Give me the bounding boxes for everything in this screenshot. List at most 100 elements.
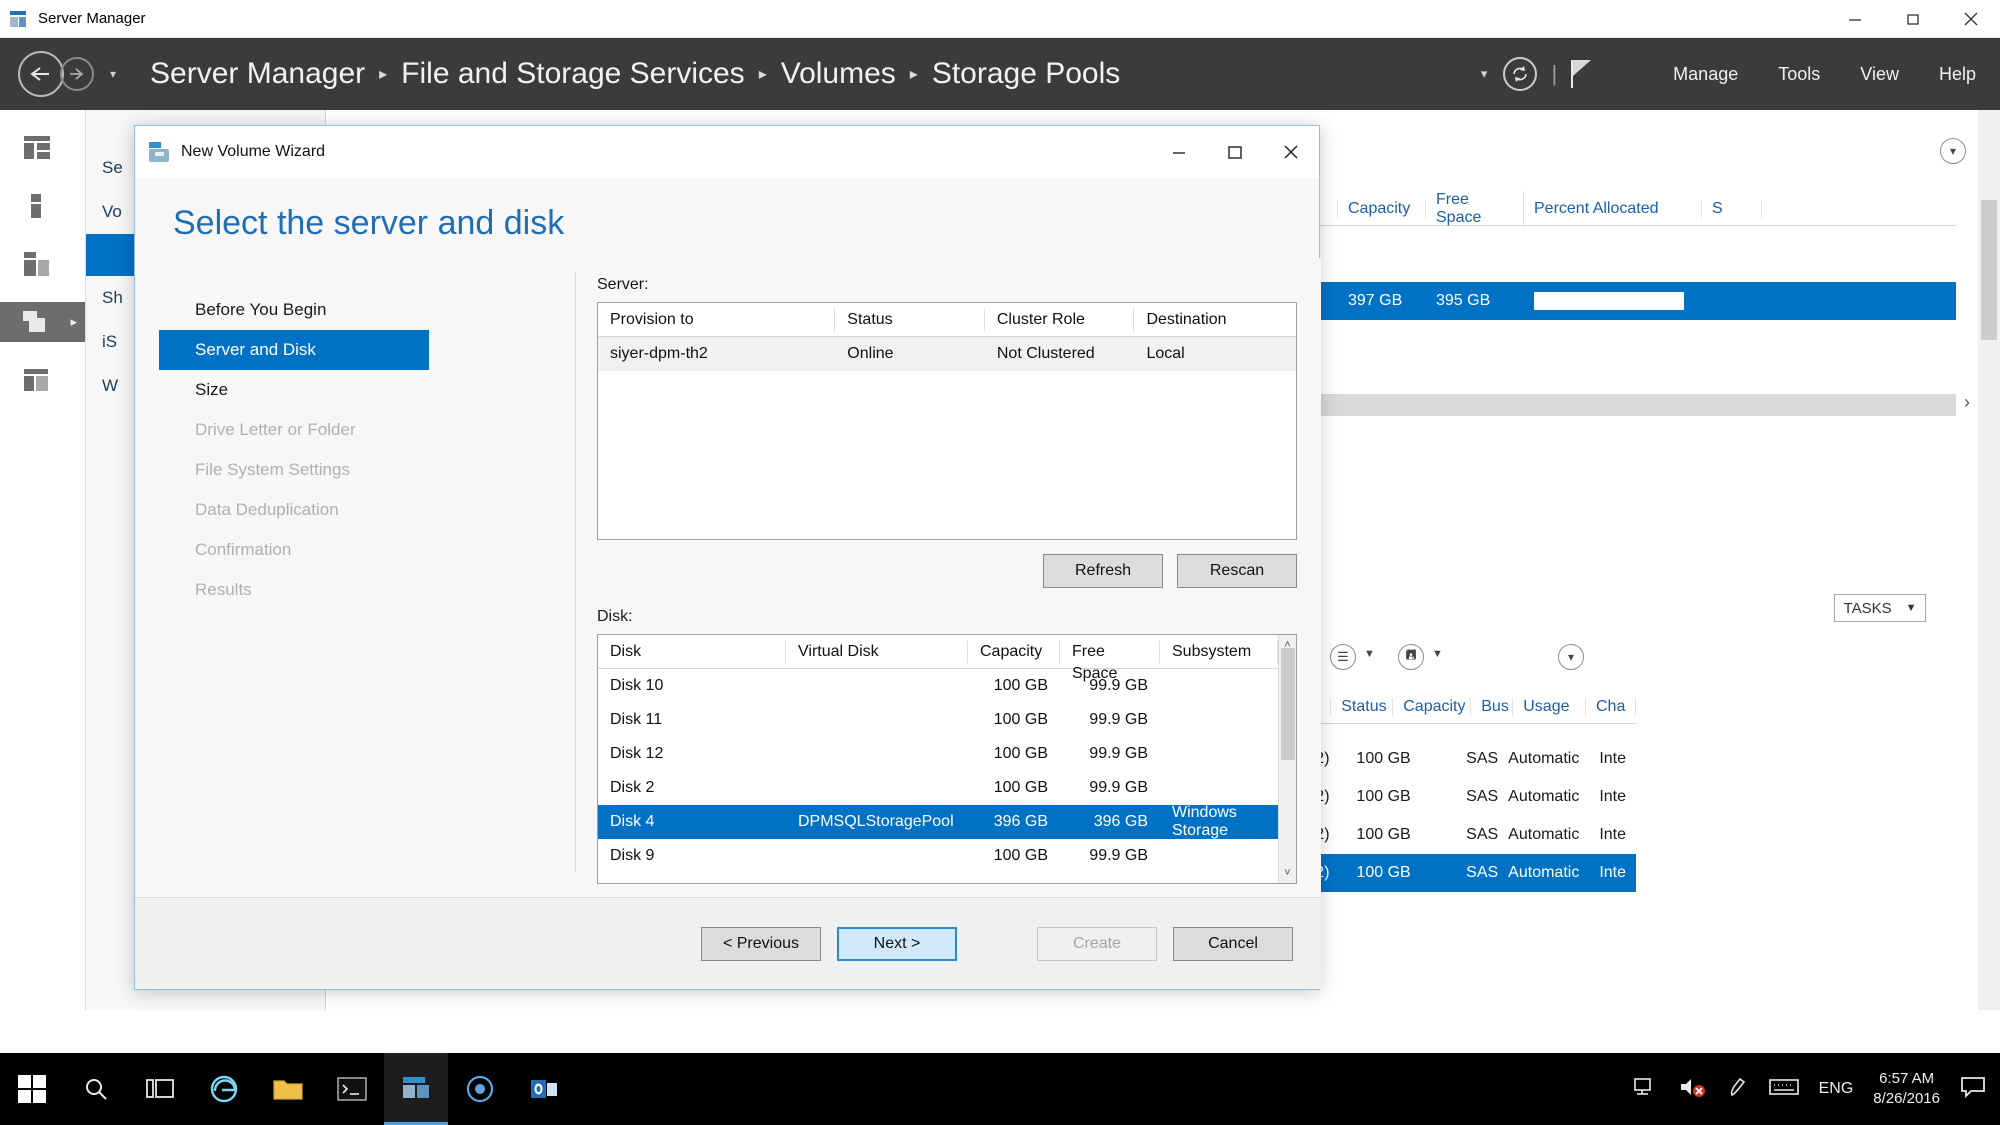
scroll-right-icon[interactable]: ›: [1964, 392, 1970, 413]
filter-list-icon[interactable]: ☰: [1330, 644, 1356, 670]
file-explorer-icon[interactable]: [256, 1053, 320, 1125]
back-arrow-icon[interactable]: [18, 51, 64, 97]
menu-manage[interactable]: Manage: [1673, 64, 1738, 85]
edge-icon[interactable]: [192, 1053, 256, 1125]
sidebar-item-all-servers[interactable]: [0, 244, 85, 284]
column-capacity[interactable]: Capacity: [1393, 697, 1472, 716]
minimize-icon[interactable]: [1151, 126, 1207, 178]
close-icon[interactable]: [1263, 126, 1319, 178]
table-row[interactable]: Disk 10 100 GB 99.9 GB: [598, 669, 1278, 703]
menu-help[interactable]: Help: [1939, 64, 1976, 85]
windows-start-icon[interactable]: [0, 1053, 64, 1125]
save-query-icon[interactable]: 🖪: [1398, 644, 1424, 670]
filter-caret-icon[interactable]: ▼: [1364, 648, 1375, 660]
server-manager-icon[interactable]: [384, 1053, 448, 1125]
breadcrumb-separator: ▸: [379, 66, 388, 83]
sidebar-item-local-server[interactable]: [0, 186, 85, 226]
scrollbar-thumb[interactable]: [1981, 200, 1997, 340]
network-icon[interactable]: [1633, 1076, 1659, 1103]
command-prompt-icon[interactable]: [320, 1053, 384, 1125]
column-disk[interactable]: Disk: [598, 640, 786, 663]
scrollbar-thumb[interactable]: [1280, 648, 1295, 760]
outlook-icon[interactable]: [512, 1053, 576, 1125]
language-indicator[interactable]: ENG: [1819, 1080, 1854, 1098]
maximize-icon[interactable]: [1207, 126, 1263, 178]
window-title: Server Manager: [38, 10, 146, 27]
collapse-disks-panel-icon[interactable]: ▾: [1558, 644, 1584, 670]
column-cluster-role[interactable]: Cluster Role: [985, 308, 1135, 331]
disk-grid-scrollbar[interactable]: ˄ ˅: [1278, 635, 1296, 883]
column-capacity[interactable]: Capacity: [1338, 199, 1426, 218]
column-destination[interactable]: Destination: [1134, 309, 1296, 331]
server-grid: Provision to Status Cluster Role Destina…: [597, 302, 1297, 540]
column-subsystem[interactable]: Subsystem: [1160, 640, 1278, 663]
refresh-button[interactable]: Refresh: [1043, 554, 1163, 588]
sidebar-item-role[interactable]: [0, 360, 85, 400]
column-chassis[interactable]: Cha: [1586, 697, 1636, 716]
flag-icon[interactable]: [1571, 60, 1593, 88]
pen-icon[interactable]: [1727, 1075, 1749, 1104]
column-capacity[interactable]: Capacity: [968, 640, 1060, 663]
column-bus[interactable]: Bus: [1471, 697, 1514, 716]
clock[interactable]: 6:57 AM 8/26/2016: [1873, 1069, 1940, 1109]
menu-view[interactable]: View: [1860, 64, 1899, 85]
sidebar-item-dashboard[interactable]: [0, 128, 85, 168]
dpm-console-icon[interactable]: [448, 1053, 512, 1125]
column-virtual-disk[interactable]: Virtual Disk: [786, 640, 968, 663]
server-section-label: Server:: [597, 276, 649, 293]
cell-disk: Disk 10: [610, 677, 664, 694]
column-free-space[interactable]: Free Space: [1426, 190, 1524, 227]
breadcrumb-item-2[interactable]: Volumes: [781, 57, 896, 91]
table-row[interactable]: Disk 11 100 GB 99.9 GB: [598, 703, 1278, 737]
chevron-right-icon[interactable]: ▸: [70, 314, 77, 330]
column-status[interactable]: Status: [835, 308, 985, 331]
refresh-icon[interactable]: [1503, 57, 1538, 91]
restore-icon[interactable]: [1884, 0, 1942, 38]
close-icon[interactable]: [1942, 0, 2000, 38]
forward-arrow-icon[interactable]: [60, 57, 94, 91]
collapse-panel-icon[interactable]: ▾: [1940, 138, 1966, 164]
volume-muted-icon[interactable]: [1679, 1076, 1707, 1103]
disk-section-label: Disk:: [597, 608, 633, 625]
table-row[interactable]: Disk 12 100 GB 99.9 GB: [598, 737, 1278, 771]
column-usage[interactable]: Usage: [1513, 697, 1586, 716]
keyboard-icon[interactable]: [1768, 1077, 1799, 1102]
notifications-caret-icon[interactable]: ▾: [1481, 66, 1488, 82]
table-row[interactable]: siyer-dpm-th2 Online Not Clustered Local: [598, 337, 1296, 371]
wizard-step-before-you-begin[interactable]: Before You Begin: [159, 290, 429, 330]
window-scrollbar[interactable]: [1978, 110, 2000, 1010]
task-view-icon[interactable]: [128, 1053, 192, 1125]
breadcrumb-item-3[interactable]: Storage Pools: [932, 57, 1120, 91]
column-status[interactable]: Status: [1331, 697, 1394, 716]
breadcrumb-item-0[interactable]: Server Manager: [150, 57, 365, 91]
rescan-button[interactable]: Rescan: [1177, 554, 1297, 588]
tasks-button[interactable]: TASKS ▼: [1834, 594, 1926, 622]
scroll-down-icon[interactable]: ˅: [1284, 867, 1290, 879]
wizard-step-server-and-disk[interactable]: Server and Disk: [159, 330, 429, 370]
column-status[interactable]: S: [1702, 199, 1762, 218]
new-volume-wizard-icon: [149, 142, 171, 162]
sidebar-item-file-and-storage-services[interactable]: ▸: [0, 302, 85, 342]
action-center-icon[interactable]: [1960, 1075, 1986, 1104]
menu-tools[interactable]: Tools: [1778, 64, 1820, 85]
save-caret-icon[interactable]: ▼: [1432, 648, 1443, 660]
history-dropdown-caret[interactable]: ▾: [110, 67, 116, 81]
system-tray: ENG 6:57 AM 8/26/2016: [1633, 1069, 2000, 1109]
wizard-step-size[interactable]: Size: [159, 370, 429, 410]
column-provision-to[interactable]: Provision to: [598, 308, 836, 331]
cell-usage: Automatic: [1508, 826, 1580, 843]
table-row[interactable]: Disk 9 100 GB 99.9 GB: [598, 839, 1278, 873]
table-row[interactable]: Disk 4 DPMSQLStoragePool 396 GB 396 GB W…: [598, 804, 1278, 839]
column-percent-allocated[interactable]: Percent Allocated: [1524, 199, 1702, 218]
minimize-icon[interactable]: [1826, 0, 1884, 38]
next-button[interactable]: Next >: [837, 926, 957, 961]
cell-chassis: Inte: [1599, 750, 1626, 767]
table-row[interactable]: Disk 2 100 GB 99.9 GB: [598, 771, 1278, 805]
breadcrumb-item-1[interactable]: File and Storage Services: [401, 57, 745, 91]
cancel-button[interactable]: Cancel: [1173, 926, 1293, 961]
clock-time: 6:57 AM: [1879, 1070, 1935, 1087]
search-icon[interactable]: [64, 1053, 128, 1125]
previous-button[interactable]: < Previous: [701, 926, 821, 961]
wizard-window-controls: [1151, 126, 1319, 178]
column-free-space[interactable]: Free Space: [1060, 640, 1160, 682]
